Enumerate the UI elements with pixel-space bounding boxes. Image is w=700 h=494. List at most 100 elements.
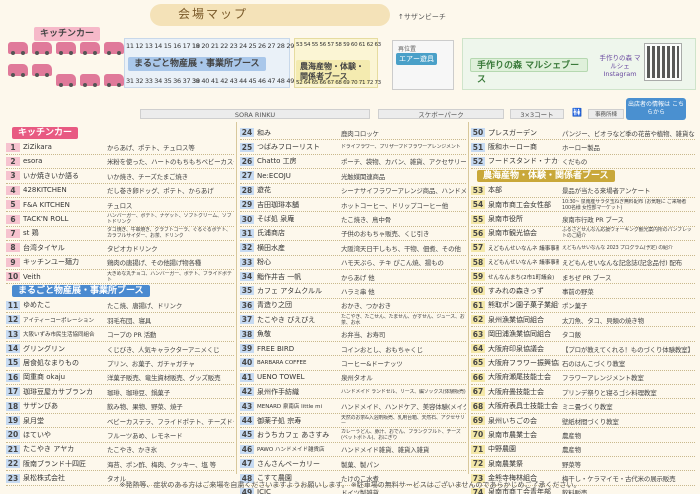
booth-number: 58 — [471, 257, 485, 267]
booth-number: 11 — [6, 300, 20, 310]
booth-row: 15 居食処なまりもの プリン、お菓子、ガチャガチャ — [6, 356, 234, 371]
booth-number: 69 — [471, 416, 485, 425]
booth-number: 53 — [471, 185, 485, 195]
booth-name: ゆめたこ — [23, 301, 51, 310]
booth-row: 66 大阪府瀬尾技能士会 フラワーアレンジメント教室 — [471, 371, 695, 386]
booth-description: えどもんせいなんな記念誌(記念品付) 配布 — [562, 259, 682, 268]
booth-name: 大阪府フラワー振興協議会 — [488, 358, 559, 367]
kitchen-banner: キッチンカー — [34, 27, 101, 41]
booth-number: 22 — [6, 459, 20, 469]
booth-name: 台湾タイヤル — [23, 243, 65, 252]
booth-row: 1 ZiZikara からあげ、ポテト、チュロス等 — [6, 140, 234, 155]
sunbeach-label: ↑サザンビーチ — [398, 13, 446, 21]
booth-description: タコ飯 — [562, 331, 581, 340]
booth-name: 鮨作井吉 一帆 — [257, 272, 302, 281]
booth-number: 28 — [240, 185, 254, 195]
booth-description: 鶏肉の唐揚げ、その他揚げ物各種 — [107, 259, 202, 268]
booth-number: 27 — [240, 171, 254, 181]
booth-number: 18 — [6, 401, 20, 411]
booth-description: えどもんせいなんな 2023 プログラム(予定) の紹介 — [562, 244, 673, 251]
booth-numbers: 53 54 55 56 57 58 59 60 61 62 63 — [296, 42, 381, 48]
booth-description: お弁当、お寿司 — [341, 331, 386, 340]
booth-row: 14 グリングリン くじびき、人気キャラクターアニメくじ — [6, 342, 234, 357]
booth-description: パンジー、ビオラなど季の花苗や植物、雑貨など — [562, 129, 695, 138]
booth-description: ハンドメイド ランドセル、リース、編ソックス(体験販売) — [341, 388, 466, 395]
booth-name: せんなんまち(2市1町議会) — [488, 274, 555, 281]
booth-row: 26 Chatto 工房 ポーチ、袋物、カバン、雑貨、アクセサリー — [240, 155, 466, 170]
booth-name: TACK'N ROLL — [23, 215, 69, 224]
booth-number: 25 — [240, 142, 254, 152]
booth-description: 羽毛布団、寝具 — [107, 316, 152, 325]
booth-number: 19 — [6, 416, 20, 425]
booth-number: 34 — [240, 272, 254, 282]
booth-name: 横田水産 — [257, 243, 285, 252]
qr-code-icon[interactable] — [644, 43, 682, 81]
kitchen-car-icon — [80, 74, 100, 87]
booth-description: だし巻き卵ドッグ、ポテト、からあげ — [107, 187, 214, 196]
booth-name: PAWO ハンドメイド雑貨店 — [257, 447, 325, 454]
toilet-icon: 🚻 — [572, 108, 582, 117]
booth-number: 59 — [471, 272, 485, 282]
booth-number: 4 — [6, 185, 20, 195]
booth-row: 71 中野農園 農産物 — [471, 443, 695, 457]
booth-row: 68 大阪府表具士技能士会 ミニ畳づくり教室 — [471, 399, 695, 414]
booth-name: Veith — [23, 272, 41, 281]
marugoto-banner: まるごと物産展・事業所ブース — [128, 57, 266, 71]
booth-description: カレーうどん、豚汁、おでん、フランクフルト、チーズ(ベットボトル)、おにぎり — [341, 428, 461, 441]
booth-row: 16 岡重商 okaju 洋菓子販売、竜生資材販売、グッズ販売 — [6, 371, 234, 386]
booth-name: アイティーコーポレーション — [23, 317, 94, 324]
booth-number: 29 — [240, 200, 254, 210]
booth-number: 61 — [471, 300, 485, 310]
booth-name: 泉南農業祭 — [488, 459, 523, 468]
booth-description: 製菓、製パン — [341, 460, 380, 469]
booth-name: 泉州いちごの会 — [488, 416, 537, 425]
booth-description: 景品が当たる来場者アンケート — [562, 187, 651, 196]
booth-number: 67 — [471, 387, 485, 397]
booth-row: 39 FREE BIRD コインおとし、おもちゃくじ — [240, 342, 466, 357]
booth-name: おうちカフェ あさすみ — [257, 430, 330, 439]
booth-description: 泉南市行政 PR ブース — [562, 216, 624, 225]
booth-name: 魚敬 — [257, 330, 271, 339]
booth-number: 5 — [6, 200, 20, 210]
booth-row: 8 台湾タイヤル タピオカドリンク — [6, 241, 234, 256]
booth-row: 55 泉南市役所 泉南市行政 PR ブース — [471, 212, 695, 227]
booth-number: 57 — [471, 243, 485, 253]
booth-description: 大きめな丸チョコ、ハンバーガー、ポテト、フライドポテト — [107, 270, 232, 283]
info-bubble[interactable]: 出店者の情報は こちらから — [626, 98, 686, 120]
booth-number: 6 — [6, 214, 20, 224]
booth-name: BARBARA COFFEE — [257, 359, 307, 366]
booth-number: 15 — [6, 358, 20, 368]
booth-row: 56 泉南市観光協会 ふるさとせんなん応援ウォーキング観光案内所のパンフレットのご紹… — [471, 227, 695, 242]
booth-name: たこやき アヤカ — [23, 445, 75, 454]
kitchen-car-icon — [104, 42, 124, 55]
booth-numbers: 52 64 65 66 67 68 69 70 71 72 73 — [296, 80, 381, 86]
venue-map: 会場マップ ↑サザンビーチ キッチンカー 11 12 13 14 15 16 1… — [0, 0, 700, 120]
booth-row: 31 氏浦商店 子供のおもちゃ販売、くじ引き — [240, 227, 466, 242]
booth-row: 4 428KITCHEN だし巻き卵ドッグ、ポテト、からあげ — [6, 184, 234, 198]
booth-number: 35 — [240, 286, 254, 296]
booth-number: 8 — [6, 243, 20, 253]
booth-description: 太刀魚、タコ、貝類の焼き物 — [562, 316, 644, 325]
booth-row: 21 たこやき アヤカ たこやき、かき氷 — [6, 443, 234, 457]
booth-row: 43 MENARD 泉南店 little mi ハンドメイド、ハンドケア、美容体験(… — [240, 399, 466, 414]
kitchen-car-icon — [8, 64, 28, 77]
column-divider — [236, 122, 237, 474]
booth-description: たこ焼、唐揚げ、ドリンク — [107, 302, 183, 311]
booth-number: 21 — [6, 444, 20, 454]
booth-row: 27 Ne:ECOJU 光触媒関連商品 — [240, 169, 466, 184]
road-office: 事務所棟 — [588, 109, 624, 119]
kitchen-car-icon — [56, 74, 76, 87]
kitchen-car-icon — [80, 42, 100, 55]
booth-row: 29 吉田珈琲本舗 ホットコーヒー、ドリップコーヒー他 — [240, 198, 466, 213]
booth-row: 59 せんなんまち(2市1町議会) まちぜ PR ブース — [471, 270, 695, 285]
booth-name: 大阪いずみ市民生活協同組合 — [23, 332, 95, 339]
section-header: 農海産物・体験・関係者ブース — [471, 169, 695, 183]
booth-description: フラワーアレンジメント教室 — [562, 374, 644, 383]
instagram-label: 手作りの森 マルシェ Instagram — [599, 54, 641, 78]
section-header-label: キッチンカー — [12, 127, 79, 140]
booth-description: 石のはんこづくり教室 — [562, 359, 626, 368]
booth-name: ZiZikara — [23, 143, 52, 152]
section-header-label: まるごと物産展・事業所ブース — [12, 285, 150, 298]
booth-description: ホーロー製品 — [562, 144, 600, 153]
booth-row: 36 青造り之団 おかき、つかおき — [240, 299, 466, 314]
